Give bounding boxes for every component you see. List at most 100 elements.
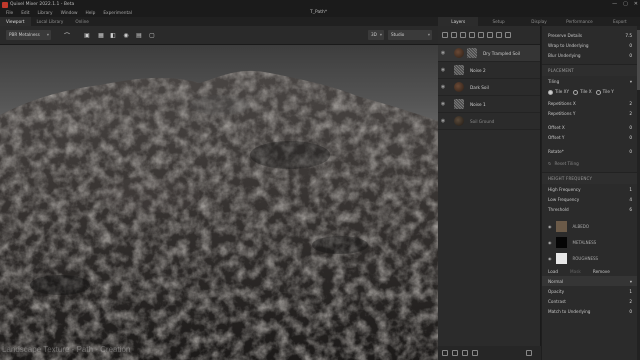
repetitions-y-label: Repetitions Y — [548, 110, 576, 116]
opacity-value[interactable]: 1 — [616, 289, 632, 294]
menu-file[interactable]: File — [6, 11, 13, 16]
delete-icon[interactable] — [526, 350, 532, 356]
low-frequency-value[interactable]: 4 — [616, 197, 632, 202]
roughness-row[interactable]: ◉ ROUGHNESS — [542, 250, 640, 266]
reset-tiling-button[interactable]: ↻ Reset Tiling — [542, 158, 640, 168]
opacity-row[interactable]: Opacity 1 — [542, 286, 640, 296]
offset-y-value[interactable]: 0 — [616, 135, 632, 140]
image-icon[interactable]: ▣ — [82, 30, 92, 40]
image-icon[interactable] — [452, 350, 458, 356]
copy-icon[interactable] — [462, 350, 468, 356]
eye-icon[interactable]: ◉ — [438, 118, 448, 124]
blend-mode-dropdown[interactable]: Normal ▾ — [542, 276, 640, 286]
tab-display[interactable]: Display — [519, 17, 559, 26]
minimize-button[interactable]: — — [612, 1, 617, 7]
folder-icon[interactable] — [478, 32, 484, 38]
tile-x-option[interactable]: Tile X — [573, 89, 592, 95]
tile-xy-option[interactable]: Tile XY — [548, 89, 569, 95]
menu-help[interactable]: Help — [86, 11, 96, 16]
match-underlying-value[interactable]: 0 — [616, 309, 632, 314]
tab-viewport[interactable]: Viewport — [0, 17, 31, 26]
wrap-underlying-row[interactable]: Wrap to Underlying 0 — [542, 40, 640, 50]
high-frequency-value[interactable]: 1 — [616, 187, 632, 192]
tab-setup[interactable]: Setup — [478, 17, 518, 26]
offset-x-row[interactable]: Offset X 0 — [542, 122, 640, 132]
close-button[interactable]: ✕ — [634, 1, 638, 7]
tab-export[interactable]: Export — [600, 17, 640, 26]
tab-performance[interactable]: Performance — [559, 17, 599, 26]
fullscreen-icon[interactable]: ▢ — [147, 30, 157, 40]
layer-row[interactable]: ◉ Noise 1 — [438, 96, 540, 113]
offset-y-row[interactable]: Offset Y 0 — [542, 132, 640, 142]
layer-row[interactable]: ◉ Noise 2 — [438, 62, 540, 79]
metalness-swatch[interactable] — [555, 236, 567, 248]
albedo-swatch[interactable] — [555, 220, 567, 232]
tile-y-option[interactable]: Tile Y — [595, 89, 614, 95]
camera-icon[interactable]: ⌒ — [62, 30, 72, 40]
eye-icon[interactable]: ◉ — [548, 256, 552, 261]
match-underlying-row[interactable]: Match to Underlying 0 — [542, 306, 640, 316]
rotate-value[interactable]: 0 — [616, 149, 632, 154]
tab-layers[interactable]: Layers — [438, 17, 479, 26]
eye-icon[interactable]: ◉ — [438, 101, 448, 107]
menu-library[interactable]: Library — [38, 11, 53, 16]
delete-icon[interactable] — [505, 32, 511, 38]
contrast-row[interactable]: Contrast 2 — [542, 296, 640, 306]
eye-icon[interactable]: ◉ — [438, 84, 448, 90]
repetitions-x-row[interactable]: Repetitions X 2 — [542, 98, 640, 108]
menu-experimental[interactable]: Experimental — [103, 11, 132, 16]
low-frequency-row[interactable]: Low Frequency 4 — [542, 194, 640, 204]
placement-section-header[interactable]: PLACEMENT — [542, 64, 640, 76]
preserve-details-row[interactable]: Preserve Details 7.5 — [542, 30, 640, 40]
grid-icon[interactable] — [442, 350, 448, 356]
menu-edit[interactable]: Edit — [21, 11, 29, 16]
menu-window[interactable]: Window — [61, 11, 78, 16]
layout-icon[interactable]: ▤ — [134, 30, 144, 40]
repetitions-y-row[interactable]: Repetitions Y 2 — [542, 108, 640, 118]
target-icon[interactable]: ◉ — [121, 30, 131, 40]
mask-icon[interactable] — [487, 32, 493, 38]
offset-x-value[interactable]: 0 — [616, 125, 632, 130]
grid-icon[interactable]: ▦ — [96, 30, 106, 40]
mask-button[interactable]: Mask — [570, 269, 581, 274]
tab-local-library[interactable]: Local Library — [31, 17, 70, 26]
eye-icon[interactable]: ◉ — [548, 224, 552, 229]
folder-icon[interactable] — [472, 350, 478, 356]
rotate-row[interactable]: Rotate* 0 — [542, 146, 640, 156]
blur-underlying-value[interactable]: 0 — [616, 53, 632, 58]
preserve-details-value[interactable]: 7.5 — [616, 33, 632, 38]
remove-button[interactable]: Remove — [593, 269, 610, 274]
albedo-row[interactable]: ◉ ALBEDO — [542, 218, 640, 234]
view-mode-dropdown[interactable]: 3D ▾ — [368, 30, 384, 40]
load-button[interactable]: Load — [548, 269, 558, 274]
threshold-row[interactable]: Threshold 6 — [542, 204, 640, 214]
height-frequency-section-header[interactable]: HEIGHT FREQUENCY — [542, 172, 640, 184]
metalness-row[interactable]: ◉ METALNESS — [542, 234, 640, 250]
high-frequency-row[interactable]: High Frequency 1 — [542, 184, 640, 194]
layer-row[interactable]: ◉ Soil Ground — [438, 113, 540, 130]
wrap-underlying-value[interactable]: 0 — [616, 43, 632, 48]
studio-dropdown[interactable]: Studio ▾ — [388, 30, 432, 40]
layer-row[interactable]: ◉ Dark Soil — [438, 79, 540, 96]
add-layer-icon[interactable] — [442, 32, 448, 38]
tab-online[interactable]: Online — [69, 17, 95, 26]
repetitions-y-value[interactable]: 2 — [616, 111, 632, 116]
repetitions-x-value[interactable]: 2 — [616, 101, 632, 106]
eye-icon[interactable]: ◉ — [438, 50, 448, 56]
eye-icon[interactable]: ◉ — [548, 240, 552, 245]
eye-icon[interactable]: ◉ — [438, 67, 448, 73]
roughness-swatch[interactable] — [555, 252, 567, 264]
layer-row[interactable]: ◉ Dry Trampled Soil — [438, 45, 540, 62]
placement-mode-dropdown[interactable]: Tiling ▾ — [542, 76, 640, 86]
smart-material-icon[interactable] — [469, 32, 475, 38]
material-mode-dropdown[interactable]: PBR Metalness ▾ — [6, 30, 51, 40]
duplicate-icon[interactable] — [496, 32, 502, 38]
threshold-value[interactable]: 6 — [616, 207, 632, 212]
panel-icon[interactable]: ◧ — [108, 30, 118, 40]
blur-underlying-row[interactable]: Blur Underlying 0 — [542, 50, 640, 60]
paint-layer-icon[interactable] — [460, 32, 466, 38]
3d-viewport[interactable]: Landscape Texture - Path - Creation — [0, 45, 438, 360]
fill-layer-icon[interactable] — [451, 32, 457, 38]
maximize-button[interactable]: ▢ — [623, 1, 628, 7]
contrast-value[interactable]: 2 — [616, 299, 632, 304]
